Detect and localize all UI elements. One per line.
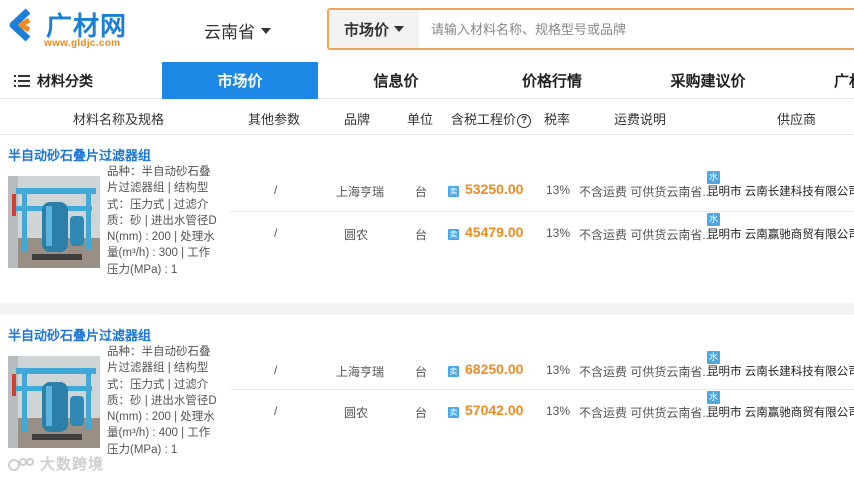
logo-url: www.gldjc.com — [44, 38, 121, 49]
col-header-brand: 品牌 — [344, 112, 371, 127]
cell-freight: 不含运费 可供货云南省... — [579, 365, 713, 379]
col-header-name: 材料名称及规格 — [73, 112, 165, 127]
table-header: 材料名称及规格 其他参数 品牌 单位 含税工程价? 税率 运费说明 供应商 — [0, 99, 854, 135]
col-header-freight: 运费说明 — [614, 112, 667, 127]
cell-supplier[interactable]: 昆明市 云南长建科技有限公司 — [707, 183, 854, 199]
product-spec: 品种：半自动砂石叠片过滤器组 | 结构型式：压力式 | 过滤介质：砂 | 进出水… — [107, 166, 217, 276]
help-icon[interactable]: ? — [517, 114, 532, 128]
table-row[interactable]: / 圆农 台 卖 45479.00 13% 不含运费 可供货云南省... 水 昆明… — [230, 212, 854, 254]
cell-price: 卖 45479.00 — [448, 224, 523, 240]
region-label: 云南省 — [204, 23, 255, 42]
cell-supplier[interactable]: 昆明市 云南长建科技有限公司 — [707, 363, 854, 379]
site-logo[interactable]: 广材网 www.gldjc.com — [8, 6, 138, 52]
logo-mark-icon — [9, 8, 31, 42]
product-image[interactable] — [8, 176, 100, 268]
cell-unit: 台 — [415, 228, 428, 242]
tab-guangcai[interactable]: 广材 — [820, 62, 854, 99]
cell-unit: 台 — [415, 365, 428, 379]
cell-price: 卖 68250.00 — [448, 361, 523, 377]
product-image[interactable] — [8, 356, 100, 448]
col-header-supplier: 供应商 — [777, 112, 817, 127]
cell-tax: 13% — [546, 404, 571, 418]
water-category-badge: 水 — [707, 391, 720, 404]
cell-brand: 上海亨瑞 — [336, 365, 385, 379]
cell-unit: 台 — [415, 185, 428, 199]
cell-params: / — [274, 183, 278, 197]
tab-purchase-advice-price[interactable]: 采购建议价 — [630, 62, 786, 99]
table-row[interactable]: / 上海亨瑞 台 卖 53250.00 13% 不含运费 可供货云南省... 水 … — [230, 169, 854, 211]
watermark: 大数跨境 — [8, 453, 104, 474]
cell-price: 卖 53250.00 — [448, 181, 523, 197]
material-category-menu[interactable]: 材料分类 — [14, 62, 93, 99]
cell-unit: 台 — [415, 406, 428, 420]
search-bar: 市场价 — [327, 8, 854, 50]
cell-params: / — [274, 404, 278, 418]
water-category-badge: 水 — [707, 213, 720, 226]
search-input[interactable] — [419, 10, 854, 48]
tab-price-trend[interactable]: 价格行情 — [474, 62, 630, 99]
price-tag-icon: 卖 — [448, 366, 459, 377]
col-header-price-label: 含税工程价 — [451, 112, 517, 127]
chevron-down-icon — [394, 26, 404, 32]
cell-params: / — [274, 363, 278, 377]
cell-tax: 13% — [546, 226, 571, 240]
price-tag-icon: 卖 — [448, 186, 459, 197]
filter-equipment-image — [8, 176, 100, 268]
table-row[interactable]: / 圆农 台 卖 57042.00 13% 不含运费 可供货云南省... 水 昆明… — [230, 390, 854, 432]
product-spec: 品种：半自动砂石叠片过滤器组 | 结构型式：压力式 | 过滤介质：砂 | 进出水… — [107, 346, 217, 456]
product-card: 半自动砂石叠片过滤器组 品种：半自动砂石叠片过滤器组 | 结构型式：压力式 | … — [0, 315, 854, 480]
product-card: 半自动砂石叠片过滤器组 品种：半自动砂石叠片过滤器组 | 结构型式：压力式 | … — [0, 135, 854, 303]
cell-freight: 不含运费 可供货云南省... — [579, 228, 713, 242]
tab-info-price[interactable]: 信息价 — [318, 62, 474, 99]
material-category-label: 材料分类 — [37, 72, 93, 89]
price-value[interactable]: 57042.00 — [465, 402, 523, 418]
chevron-down-icon — [261, 27, 271, 34]
price-tag-icon: 卖 — [448, 229, 459, 240]
cell-supplier[interactable]: 昆明市 云南赢驰商贸有限公司 — [707, 404, 854, 420]
cell-freight: 不含运费 可供货云南省... — [579, 406, 713, 420]
cell-brand: 圆农 — [344, 228, 369, 242]
region-selector[interactable]: 云南省 — [204, 18, 271, 43]
price-tag-icon: 卖 — [448, 407, 459, 418]
col-header-params: 其他参数 — [248, 112, 301, 127]
section-divider — [0, 303, 854, 315]
cell-tax: 13% — [546, 363, 571, 377]
cell-supplier[interactable]: 昆明市 云南赢驰商贸有限公司 — [707, 226, 854, 242]
filter-equipment-image — [8, 356, 100, 448]
watermark-logo-icon — [8, 457, 34, 471]
price-value[interactable]: 53250.00 — [465, 181, 523, 197]
search-type-label: 市场价 — [343, 21, 389, 39]
col-header-price: 含税工程价? — [451, 109, 532, 128]
price-value[interactable]: 68250.00 — [465, 361, 523, 377]
table-row[interactable]: / 上海亨瑞 台 卖 68250.00 13% 不含运费 可供货云南省... 水 … — [230, 349, 854, 391]
product-title[interactable]: 半自动砂石叠片过滤器组 — [8, 325, 151, 344]
watermark-text: 大数跨境 — [40, 456, 105, 473]
cell-freight: 不含运费 可供货云南省... — [579, 185, 713, 199]
cell-params: / — [274, 226, 278, 240]
product-title[interactable]: 半自动砂石叠片过滤器组 — [8, 145, 151, 164]
search-type-dropdown[interactable]: 市场价 — [329, 10, 419, 48]
cell-brand: 圆农 — [344, 406, 369, 420]
tab-market-price[interactable]: 市场价 — [162, 62, 318, 99]
col-header-unit: 单位 — [407, 112, 434, 127]
header: 广材网 www.gldjc.com 云南省 市场价 — [0, 0, 854, 62]
menu-list-icon — [14, 74, 30, 87]
cell-price: 卖 57042.00 — [448, 402, 523, 418]
main-nav: 材料分类 市场价 信息价 价格行情 采购建议价 广材 — [0, 62, 854, 99]
cell-brand: 上海亨瑞 — [336, 185, 385, 199]
col-header-tax: 税率 — [544, 112, 571, 127]
price-value[interactable]: 45479.00 — [465, 224, 523, 240]
cell-tax: 13% — [546, 183, 571, 197]
